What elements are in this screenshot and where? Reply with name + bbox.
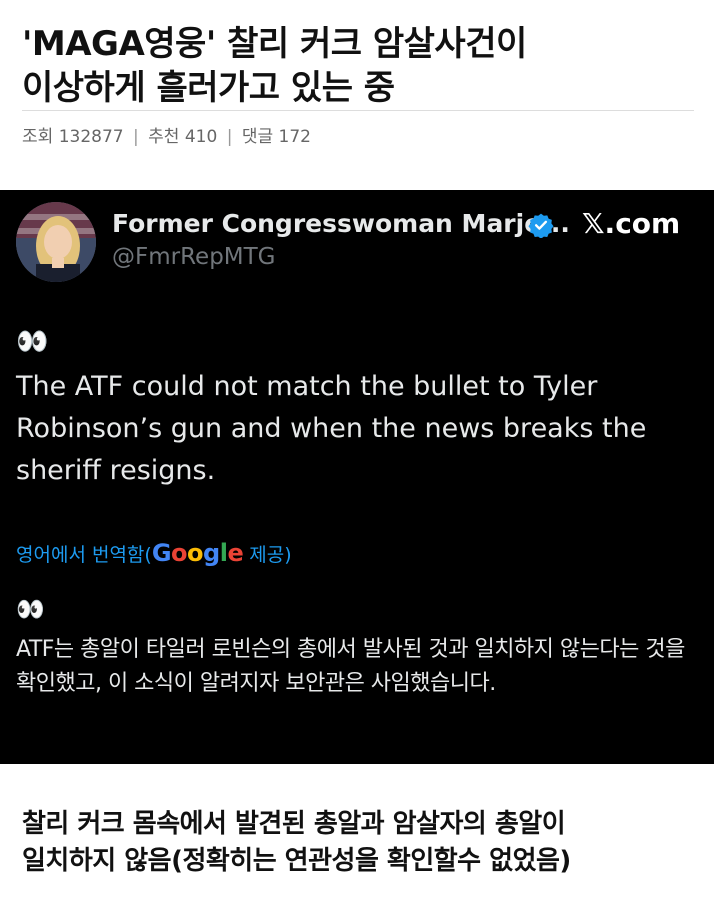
google-logo: Google [151, 539, 244, 567]
translate-prefix: 영어에서 번역함( [16, 544, 152, 566]
tweet-screenshot: Former Congresswoman Marjo... 𝕏.com @Fmr… [0, 190, 714, 764]
post-title-line-2: 이상하게 흘러가고 있는 중 [22, 68, 395, 108]
recommend-label: 추천 [148, 127, 180, 147]
eyes-emoji: 👀 [16, 597, 45, 623]
eyes-emoji: 👀 [16, 327, 48, 357]
translate-label[interactable]: 영어에서 번역함(Google 제공) [16, 536, 292, 572]
comments-label: 댓글 [241, 127, 274, 147]
avatar [16, 202, 96, 282]
x-site-label[interactable]: 𝕏.com [582, 204, 680, 244]
google-letter: G [151, 539, 172, 567]
google-letter: o [171, 539, 188, 567]
google-letter: o [187, 539, 204, 567]
title-divider [22, 110, 694, 111]
translate-suffix: 제공) [243, 544, 292, 566]
meta-separator: | [226, 127, 233, 147]
post-caption-line-1: 찰리 커크 몸속에서 발견된 총알과 암살자의 총알이 [22, 809, 566, 839]
post-meta: 조회 132877 | 추천 410 | 댓글 172 [22, 124, 311, 150]
recommend-count: 410 [184, 127, 218, 147]
post-page: 'MAGA영웅' 찰리 커크 암살사건이 이상하게 흘러가고 있는 중 조회 1… [0, 0, 714, 908]
verified-badge-icon [528, 213, 554, 238]
tweet-author-handle[interactable]: @FmrRepMTG [112, 240, 276, 274]
views-count: 132877 [58, 127, 124, 147]
post-title-line-1: 'MAGA영웅' 찰리 커크 암살사건이 [22, 24, 527, 64]
google-letter: g [203, 539, 220, 567]
google-letter: e [227, 539, 244, 567]
translated-text: ATF는 총알이 타일러 로빈슨의 총에서 발사된 것과 일치하지 않는다는 것… [16, 637, 685, 696]
meta-separator: | [133, 127, 139, 147]
comments-count: 172 [278, 127, 311, 147]
post-title: 'MAGA영웅' 찰리 커크 암살사건이 이상하게 흘러가고 있는 중 [22, 22, 694, 110]
avatar-image [16, 202, 96, 282]
views-label: 조회 [22, 127, 54, 147]
tweet-text: The ATF could not match the bullet to Ty… [16, 371, 647, 486]
post-caption-line-2: 일치하지 않음(정확히는 연관성을 확인할수 없었음) [22, 846, 571, 876]
tweet-author-name[interactable]: Former Congresswoman Marjo... [112, 204, 570, 244]
post-caption: 찰리 커크 몸속에서 발견된 총알과 암살자의 총알이 일치하지 않음(정확히는… [22, 806, 702, 880]
